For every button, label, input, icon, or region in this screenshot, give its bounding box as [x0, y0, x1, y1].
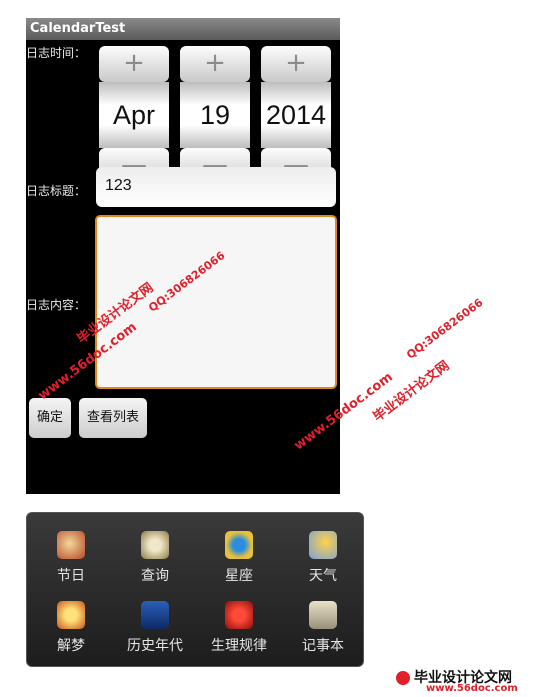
day-picker: + 19 —	[180, 46, 250, 184]
constellation-icon	[225, 531, 253, 559]
menu-item-query[interactable]: 查询	[113, 527, 197, 591]
menu-item-history[interactable]: 历史年代	[113, 597, 197, 661]
date-label: 日志时间：	[26, 46, 87, 60]
logo-icon	[396, 671, 410, 685]
menu-item-label: 节日	[57, 568, 85, 584]
app-screen: CalendarTest 日志时间： + Apr — + 19 — + 2014…	[26, 18, 340, 494]
content-label: 日志内容：	[26, 298, 87, 312]
menu-item-constellation[interactable]: 星座	[197, 527, 281, 591]
title-bar: CalendarTest	[26, 18, 340, 40]
menu-item-label: 星座	[225, 568, 253, 584]
month-picker: + Apr —	[99, 46, 169, 184]
menu-item-dream[interactable]: 解梦	[29, 597, 113, 661]
menu-item-label: 历史年代	[127, 638, 183, 654]
title-label: 日志标题：	[26, 184, 87, 198]
physiology-icon	[225, 601, 253, 629]
menu-item-label: 生理规律	[211, 638, 267, 654]
app-title: CalendarTest	[30, 21, 126, 36]
view-list-button[interactable]: 查看列表	[79, 398, 147, 438]
notebook-icon	[309, 601, 337, 629]
menu-item-notebook[interactable]: 记事本	[281, 597, 363, 661]
year-picker: + 2014 —	[261, 46, 331, 184]
query-icon	[141, 531, 169, 559]
month-value[interactable]: Apr	[99, 82, 169, 148]
menu-item-label: 查询	[141, 568, 169, 584]
title-input[interactable]: 123	[96, 167, 336, 207]
menu-item-physiology[interactable]: 生理规律	[197, 597, 281, 661]
site-logo: 毕业设计论文网 www.56doc.com	[396, 667, 546, 695]
festival-icon	[57, 531, 85, 559]
weather-icon	[309, 531, 337, 559]
year-value[interactable]: 2014	[261, 82, 331, 148]
day-value[interactable]: 19	[180, 82, 250, 148]
menu-item-label: 天气	[309, 568, 337, 584]
title-input-value: 123	[105, 177, 132, 194]
menu-item-festival[interactable]: 节日	[29, 527, 113, 591]
confirm-button[interactable]: 确定	[29, 398, 71, 438]
menu-item-label: 解梦	[57, 638, 85, 654]
month-increment-button[interactable]: +	[99, 46, 169, 82]
history-icon	[141, 601, 169, 629]
watermark-qq: QQ:306826066	[404, 295, 486, 362]
day-increment-button[interactable]: +	[180, 46, 250, 82]
logo-url: www.56doc.com	[426, 683, 518, 694]
menu-item-label: 记事本	[302, 638, 344, 654]
dream-icon	[57, 601, 85, 629]
options-menu: 节日 查询 星座 天气 解梦 历史年代 生理规律 记事本	[26, 512, 364, 667]
menu-item-weather[interactable]: 天气	[281, 527, 363, 591]
year-increment-button[interactable]: +	[261, 46, 331, 82]
